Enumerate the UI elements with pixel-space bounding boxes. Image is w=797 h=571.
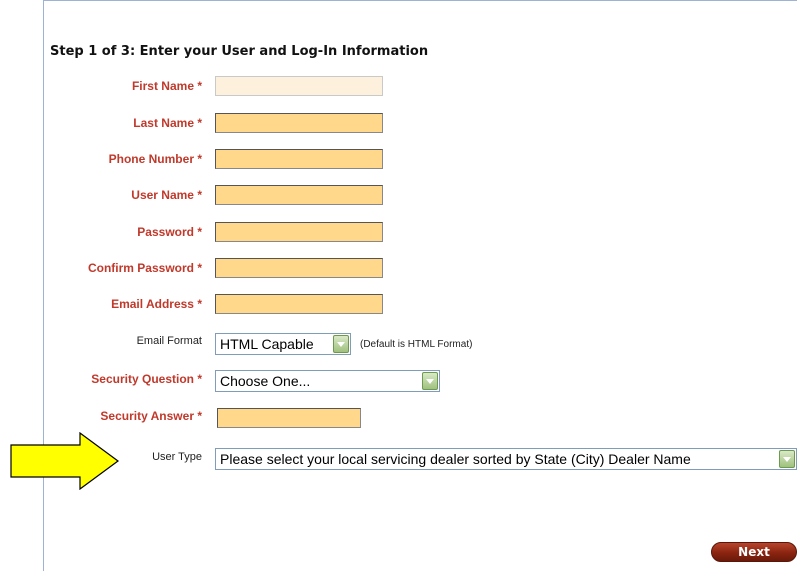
email-format-label: Email Format (136, 335, 202, 347)
user-name-input[interactable] (215, 185, 383, 205)
last-name-label: Last Name * (133, 116, 202, 130)
first-name-label: First Name * (131, 79, 202, 93)
security-question-label: Security Question * (91, 372, 202, 386)
security-answer-label: Security Answer * (100, 409, 202, 423)
email-address-input[interactable] (215, 294, 383, 314)
next-button[interactable]: Next (711, 542, 797, 562)
password-label: Password * (137, 225, 202, 239)
confirm-password-label: Confirm Password * (87, 261, 202, 275)
first-name-input[interactable] (215, 76, 383, 96)
security-question-selected: Choose One... (220, 373, 311, 389)
step-heading: Step 1 of 3: Enter your User and Log-In … (50, 44, 429, 59)
user-name-label: User Name * (131, 188, 202, 202)
chevron-down-icon[interactable] (779, 450, 795, 468)
email-address-label: Email Address * (111, 297, 202, 311)
email-format-select[interactable]: HTML Capable (215, 333, 351, 355)
email-format-selected: HTML Capable (220, 336, 314, 352)
chevron-down-icon[interactable] (333, 335, 349, 353)
last-name-input[interactable] (215, 113, 383, 133)
user-type-select[interactable]: Please select your local servicing deale… (215, 448, 797, 470)
annotation-arrow-icon (10, 432, 120, 490)
security-answer-input[interactable] (217, 408, 361, 428)
email-format-hint: (Default is HTML Format) (360, 339, 473, 350)
password-input[interactable] (215, 222, 383, 242)
user-type-label: User Type (152, 451, 202, 463)
user-type-selected: Please select your local servicing deale… (220, 451, 691, 467)
phone-number-input[interactable] (215, 149, 383, 169)
confirm-password-input[interactable] (215, 258, 383, 278)
security-question-select[interactable]: Choose One... (215, 370, 440, 392)
chevron-down-icon[interactable] (422, 372, 438, 390)
phone-number-label: Phone Number * (108, 152, 202, 166)
